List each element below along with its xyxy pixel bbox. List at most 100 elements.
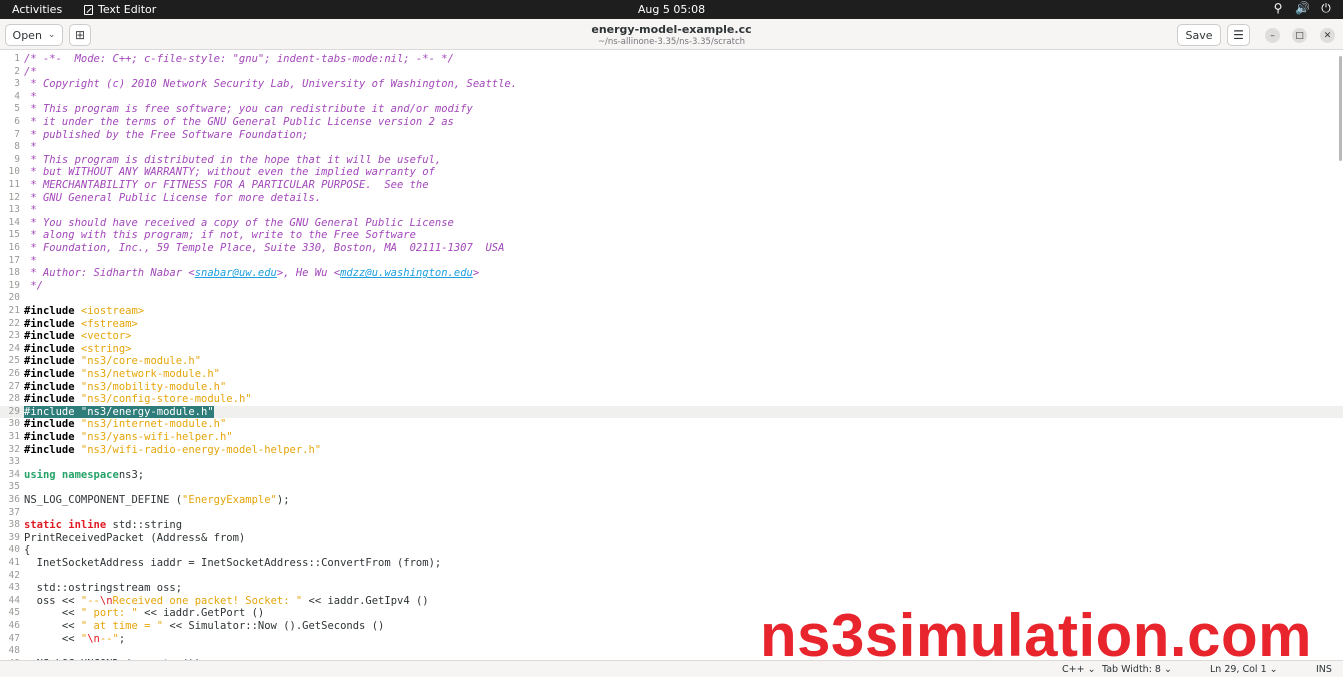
code-line[interactable]: 7 * published by the Free Software Found… bbox=[0, 129, 1343, 142]
code-line[interactable]: 16 * Foundation, Inc., 59 Temple Place, … bbox=[0, 242, 1343, 255]
minimize-icon: – bbox=[1270, 30, 1275, 41]
vertical-scrollbar[interactable] bbox=[1339, 56, 1342, 161]
line-number: 23 bbox=[8, 330, 20, 342]
code-text: * published by the Free Software Foundat… bbox=[24, 128, 309, 141]
close-button[interactable]: ✕ bbox=[1320, 28, 1335, 43]
code-text: * bbox=[24, 90, 37, 103]
code-line[interactable]: 38 static inline std::string bbox=[0, 519, 1343, 532]
line-number: 3 bbox=[14, 78, 20, 90]
code-text: * bbox=[24, 254, 37, 267]
code-line[interactable]: 37 bbox=[0, 507, 1343, 520]
code-text: #include "ns3/mobility-module.h" bbox=[24, 380, 227, 393]
line-number: 46 bbox=[8, 620, 20, 631]
clock[interactable]: Aug 5 05:08 bbox=[0, 3, 1343, 16]
line-number: 29 bbox=[8, 405, 20, 417]
text-view[interactable]: 1 /* -*- Mode: C++; c-file-style: "gnu"; … bbox=[0, 51, 1343, 660]
code-line[interactable]: 29 #include "ns3/energy-module.h" bbox=[0, 405, 1343, 419]
code-line[interactable]: 41 InetSocketAddress iaddr = InetSocketA… bbox=[0, 557, 1343, 570]
cursor-position[interactable]: Ln 29, Col 1 ⌄ bbox=[1210, 664, 1278, 675]
minimize-button[interactable]: – bbox=[1265, 28, 1280, 43]
line-number: 1 bbox=[14, 53, 20, 64]
line-number: 45 bbox=[8, 607, 20, 619]
code-line[interactable]: 32 #include "ns3/wifi-radio-energy-model-… bbox=[0, 444, 1343, 457]
code-line[interactable]: 43 std::ostringstream oss; bbox=[0, 582, 1343, 595]
system-tray[interactable]: ⚲ 🔊 ⏻ bbox=[1271, 1, 1333, 16]
line-number: 37 bbox=[8, 506, 20, 518]
code-line[interactable]: 8 * bbox=[0, 141, 1343, 154]
code-line[interactable]: 21 #include <iostream> bbox=[0, 305, 1343, 318]
code-line[interactable]: 28 #include "ns3/config-store-module.h" bbox=[0, 393, 1343, 406]
code-text: /* bbox=[24, 65, 37, 78]
code-line[interactable]: 6 * it under the terms of the GNU Genera… bbox=[0, 116, 1343, 129]
code-text: << " port: " << iaddr.GetPort () bbox=[24, 607, 265, 620]
code-line[interactable]: 42 bbox=[0, 570, 1343, 583]
language-selector[interactable]: C++ ⌄ bbox=[1062, 664, 1096, 675]
line-number: 43 bbox=[8, 582, 20, 594]
code-line[interactable]: 23 #include <vector> bbox=[0, 330, 1343, 343]
code-line[interactable]: 31 #include "ns3/yans-wifi-helper.h" bbox=[0, 431, 1343, 444]
code-line[interactable]: 22 #include <fstream> bbox=[0, 318, 1343, 331]
save-button[interactable]: Save bbox=[1177, 24, 1221, 46]
code-line[interactable]: 33 bbox=[0, 456, 1343, 469]
line-number: 32 bbox=[8, 443, 20, 455]
line-number: 10 bbox=[8, 166, 20, 178]
status-bar: C++ ⌄ Tab Width: 8 ⌄ Ln 29, Col 1 ⌄ INS bbox=[0, 660, 1343, 677]
line-number: 12 bbox=[8, 191, 20, 203]
code-line[interactable]: 25 #include "ns3/core-module.h" bbox=[0, 355, 1343, 368]
watermark: ns3simulation.com bbox=[760, 602, 1312, 669]
main-menu-button[interactable]: ☰ bbox=[1227, 24, 1250, 46]
code-line[interactable]: 20 bbox=[0, 292, 1343, 305]
email-link[interactable]: mdzz@u.washington.edu bbox=[340, 267, 473, 279]
line-number: 28 bbox=[8, 393, 20, 405]
code-line[interactable]: 10 * but WITHOUT ANY WARRANTY; without e… bbox=[0, 166, 1343, 179]
code-text: * MERCHANTABILITY or FITNESS FOR A PARTI… bbox=[24, 179, 429, 191]
line-number: 4 bbox=[14, 90, 20, 102]
tab-width-selector[interactable]: Tab Width: 8 ⌄ bbox=[1102, 664, 1172, 675]
line-number: 15 bbox=[8, 229, 20, 241]
code-text: * Author: Sidharth Nabar <snabar@uw.edu>… bbox=[24, 267, 480, 280]
code-line[interactable]: 30 #include "ns3/internet-module.h" bbox=[0, 418, 1343, 431]
email-link[interactable]: snabar@uw.edu bbox=[195, 267, 277, 279]
code-line[interactable]: 11 * MERCHANTABILITY or FITNESS FOR A PA… bbox=[0, 179, 1343, 192]
code-line[interactable]: 36 NS_LOG_COMPONENT_DEFINE ("EnergyExampl… bbox=[0, 494, 1343, 507]
code-line[interactable]: 26 #include "ns3/network-module.h" bbox=[0, 368, 1343, 381]
code-line[interactable]: 13 * bbox=[0, 204, 1343, 217]
code-line[interactable]: 19 */ bbox=[0, 280, 1343, 293]
line-number: 13 bbox=[8, 204, 20, 216]
line-number: 40 bbox=[8, 544, 20, 556]
code-line[interactable]: 34 using namespacens3; bbox=[0, 469, 1343, 482]
insert-mode[interactable]: INS bbox=[1316, 664, 1332, 675]
code-line[interactable]: 1 /* -*- Mode: C++; c-file-style: "gnu"; … bbox=[0, 53, 1343, 66]
gnome-top-bar: Activities Text Editor Aug 5 05:08 ⚲ 🔊 ⏻ bbox=[0, 0, 1343, 19]
code-text: * You should have received a copy of the… bbox=[24, 216, 454, 229]
code-text: * This program is distributed in the hop… bbox=[24, 153, 442, 166]
line-number: 33 bbox=[8, 456, 20, 468]
code-line[interactable]: 4 * bbox=[0, 91, 1343, 104]
code-line[interactable]: 27 #include "ns3/mobility-module.h" bbox=[0, 381, 1343, 394]
code-line[interactable]: 39 PrintReceivedPacket (Address& from) bbox=[0, 532, 1343, 545]
code-text: * it under the terms of the GNU General … bbox=[24, 116, 454, 128]
code-line[interactable]: 17 * bbox=[0, 255, 1343, 268]
code-line[interactable]: 9 * This program is distributed in the h… bbox=[0, 154, 1343, 167]
code-line[interactable]: 18 * Author: Sidharth Nabar <snabar@uw.e… bbox=[0, 267, 1343, 280]
code-text: oss << "--\nReceived one packet! Socket:… bbox=[24, 594, 429, 607]
line-number: 22 bbox=[8, 317, 20, 329]
code-text: */ bbox=[24, 279, 43, 292]
code-line[interactable]: 35 bbox=[0, 481, 1343, 494]
code-line[interactable]: 3 * Copyright (c) 2010 Network Security … bbox=[0, 78, 1343, 91]
code-line[interactable]: 24 #include <string> bbox=[0, 343, 1343, 356]
maximize-button[interactable]: □ bbox=[1292, 28, 1307, 43]
code-text: * Foundation, Inc., 59 Temple Place, Sui… bbox=[24, 242, 505, 254]
code-line[interactable]: 2 /* bbox=[0, 66, 1343, 79]
line-number: 17 bbox=[8, 254, 20, 266]
line-number: 18 bbox=[8, 267, 20, 279]
line-number: 14 bbox=[8, 216, 20, 228]
code-line[interactable]: 15 * along with this program; if not, wr… bbox=[0, 229, 1343, 242]
code-line[interactable]: 12 * GNU General Public License for more… bbox=[0, 192, 1343, 205]
code-line[interactable]: 40 { bbox=[0, 544, 1343, 557]
document-title: energy-model-example.cc bbox=[591, 23, 752, 36]
code-line[interactable]: 14 * You should have received a copy of … bbox=[0, 217, 1343, 230]
line-number: 27 bbox=[8, 380, 20, 392]
code-line[interactable]: 5 * This program is free software; you c… bbox=[0, 103, 1343, 116]
line-number: 16 bbox=[8, 242, 20, 253]
